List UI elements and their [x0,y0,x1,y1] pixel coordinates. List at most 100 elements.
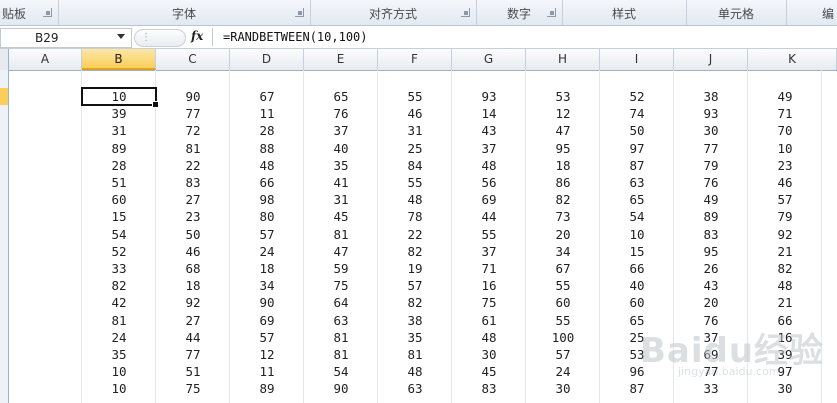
cell[interactable]: 69 [230,312,304,329]
selected-cell[interactable]: 10 [81,87,157,106]
cell[interactable]: 31 [304,191,378,208]
cell[interactable]: 76 [674,174,748,191]
cell[interactable]: 49 [674,191,748,208]
cell[interactable]: 86 [526,174,600,191]
cell[interactable]: 54 [82,226,156,243]
cell[interactable]: 78 [378,208,452,225]
cell[interactable]: 90 [304,380,378,397]
cell[interactable]: 22 [378,226,452,243]
cell[interactable]: 65 [304,88,378,105]
column-header-d[interactable]: D [230,49,304,70]
name-box[interactable]: B29 [0,28,132,48]
cell[interactable]: 57 [526,346,600,363]
cell[interactable]: 37 [452,243,526,260]
cell[interactable]: 57 [230,329,304,346]
cell[interactable]: 50 [156,226,230,243]
cell[interactable]: 92 [156,294,230,311]
cell[interactable]: 45 [304,208,378,225]
cell[interactable]: 27 [156,312,230,329]
cell[interactable]: 21 [748,294,822,311]
cell[interactable]: 82 [748,260,822,277]
cell[interactable]: 35 [378,329,452,346]
cell[interactable]: 75 [156,380,230,397]
cell[interactable]: 35 [304,157,378,174]
cell[interactable]: 92 [748,226,822,243]
column-header-a[interactable]: A [9,49,82,70]
cell[interactable]: 57 [230,226,304,243]
cell[interactable]: 57 [748,191,822,208]
cell[interactable]: 18 [156,277,230,294]
column-header-k[interactable]: K [748,49,837,70]
cell[interactable]: 79 [674,157,748,174]
ribbon-group-cells[interactable]: 单元格 [686,0,787,25]
cell[interactable]: 95 [674,243,748,260]
cell[interactable]: 52 [600,88,674,105]
cell[interactable]: 16 [452,277,526,294]
cell[interactable]: 23 [748,157,822,174]
cell[interactable]: 75 [452,294,526,311]
cell[interactable]: 60 [600,294,674,311]
cell[interactable]: 69 [452,191,526,208]
cell[interactable]: 51 [82,174,156,191]
cell[interactable]: 63 [304,312,378,329]
cell[interactable]: 44 [452,208,526,225]
cell[interactable]: 40 [600,277,674,294]
cell[interactable]: 31 [82,122,156,139]
cell[interactable]: 82 [82,277,156,294]
cell[interactable]: 98 [230,191,304,208]
cell[interactable]: 12 [230,346,304,363]
cell[interactable]: 61 [452,312,526,329]
cell[interactable]: 34 [526,243,600,260]
cell[interactable]: 64 [304,294,378,311]
cell[interactable]: 83 [452,380,526,397]
cell[interactable]: 68 [156,260,230,277]
ribbon-group-styles[interactable]: 样式 [562,0,687,25]
formula-bar-splitter[interactable]: ⋮ [134,29,186,47]
cell[interactable]: 60 [526,294,600,311]
cell[interactable]: 55 [378,88,452,105]
cell[interactable]: 100 [526,329,600,346]
cell[interactable]: 83 [156,174,230,191]
cell[interactable]: 30 [674,122,748,139]
cell[interactable]: 71 [452,260,526,277]
cell[interactable]: 37 [304,122,378,139]
cell[interactable]: 54 [600,208,674,225]
cell[interactable]: 83 [674,226,748,243]
cell[interactable]: 24 [526,363,600,380]
cell[interactable]: 82 [526,191,600,208]
insert-function-icon[interactable]: fx [191,29,203,43]
cell[interactable]: 10 [82,363,156,380]
cell[interactable]: 48 [230,157,304,174]
cell[interactable]: 81 [304,226,378,243]
cell[interactable]: 79 [748,208,822,225]
cell[interactable]: 74 [600,105,674,122]
column-header-i[interactable]: I [600,49,674,70]
cell[interactable]: 49 [748,88,822,105]
cell[interactable]: 89 [674,208,748,225]
cell[interactable]: 87 [600,157,674,174]
cell[interactable]: 67 [230,88,304,105]
cell[interactable]: 22 [156,157,230,174]
cell[interactable]: 40 [304,140,378,157]
cell[interactable]: 48 [378,191,452,208]
cell[interactable]: 77 [156,105,230,122]
cell[interactable]: 24 [230,243,304,260]
cell[interactable]: 81 [378,346,452,363]
cell[interactable]: 20 [674,294,748,311]
cell[interactable]: 31 [378,122,452,139]
cell[interactable]: 11 [230,363,304,380]
cell[interactable]: 60 [82,191,156,208]
cell[interactable]: 45 [452,363,526,380]
cell[interactable]: 71 [748,105,822,122]
cell[interactable]: 77 [674,140,748,157]
cell[interactable]: 55 [526,277,600,294]
cell[interactable]: 89 [82,140,156,157]
cell[interactable]: 81 [304,346,378,363]
cell[interactable]: 46 [156,243,230,260]
cell[interactable]: 46 [748,174,822,191]
cell[interactable]: 95 [526,140,600,157]
cell[interactable]: 27 [156,191,230,208]
cell[interactable]: 89 [230,380,304,397]
cell[interactable]: 55 [452,226,526,243]
cell[interactable]: 25 [378,140,452,157]
